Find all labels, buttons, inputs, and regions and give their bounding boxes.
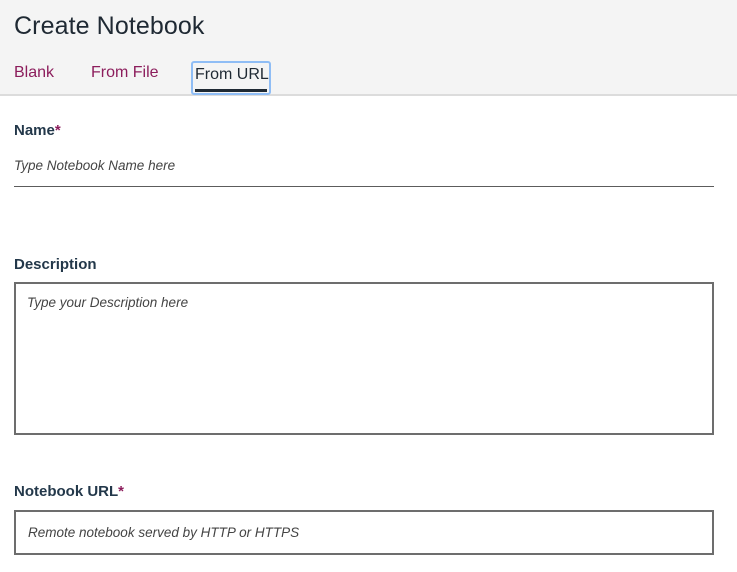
modal-header: Create Notebook Blank From File From URL xyxy=(0,0,737,96)
tab-selected-indicator xyxy=(195,89,267,92)
required-marker: * xyxy=(118,483,125,500)
notebook-url-label-text: Notebook URL xyxy=(14,483,119,500)
notebook-url-label: Notebook URL* xyxy=(14,483,124,500)
description-label: Description xyxy=(14,256,97,273)
tab-blank[interactable]: Blank xyxy=(14,64,54,82)
notebook-url-input[interactable] xyxy=(14,510,714,555)
tab-from-file[interactable]: From File xyxy=(91,64,159,82)
description-textarea[interactable] xyxy=(14,282,714,435)
tab-from-url-label: From URL xyxy=(195,66,269,83)
notebook-name-input[interactable] xyxy=(14,150,714,187)
name-label: Name* xyxy=(14,122,61,139)
page-title: Create Notebook xyxy=(14,12,205,40)
name-label-text: Name xyxy=(14,122,55,139)
tab-from-url[interactable]: From URL xyxy=(191,61,271,95)
description-label-text: Description xyxy=(14,256,97,273)
required-marker: * xyxy=(54,122,61,139)
